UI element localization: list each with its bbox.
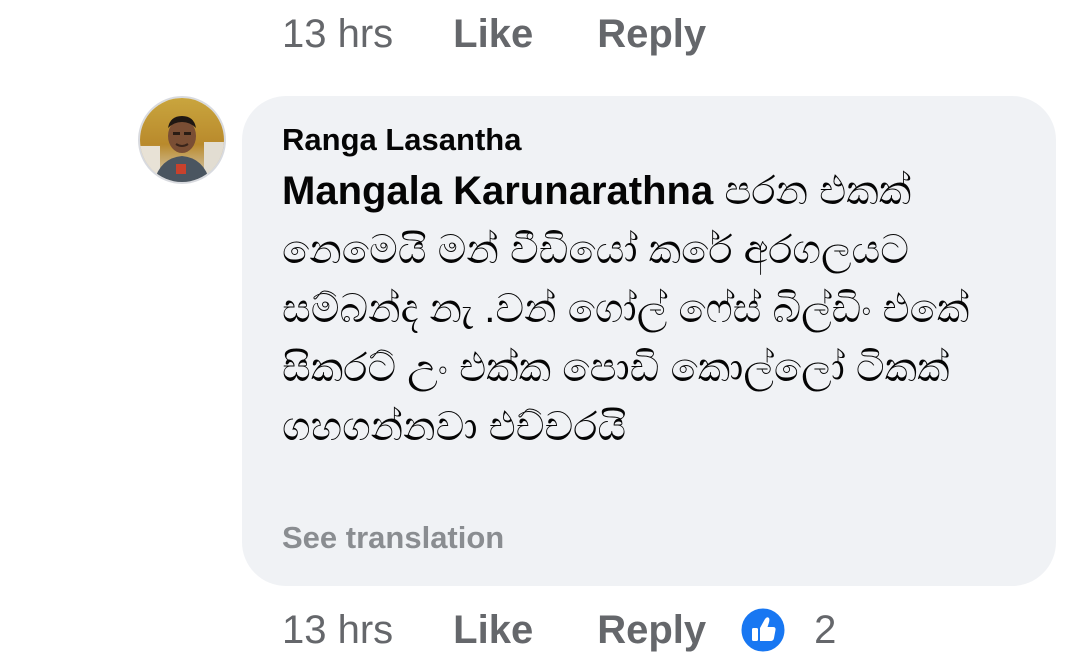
- reply-button[interactable]: Reply: [597, 608, 706, 653]
- previous-comment-actions: 13 hrs Like Reply: [282, 8, 706, 60]
- comment-timestamp[interactable]: 13 hrs: [282, 608, 393, 653]
- comment-thread: 13 hrs Like Reply Ranga Lasantha Mangala…: [0, 0, 1080, 660]
- previous-comment-like-button[interactable]: Like: [453, 12, 533, 57]
- like-button[interactable]: Like: [453, 608, 533, 653]
- comment-text: Mangala Karunarathna පරන එකක් නෙමෙයි මන්…: [282, 162, 1022, 457]
- reaction-count: 2: [814, 607, 837, 652]
- previous-comment-reply-button[interactable]: Reply: [597, 12, 706, 57]
- avatar-photo: [140, 98, 224, 182]
- see-translation-link[interactable]: See translation: [282, 520, 504, 556]
- like-thumbs-up-icon: [740, 607, 786, 653]
- comment-bubble: Ranga Lasantha Mangala Karunarathna පරන …: [242, 96, 1056, 586]
- previous-comment-timestamp[interactable]: 13 hrs: [282, 12, 393, 57]
- comment-author-name[interactable]: Ranga Lasantha: [282, 122, 521, 158]
- mention-link[interactable]: Mangala Karunarathna: [282, 169, 713, 213]
- comment-actions: 13 hrs Like Reply 2: [282, 604, 836, 656]
- avatar[interactable]: [138, 96, 226, 184]
- reaction-summary[interactable]: 2: [740, 607, 836, 653]
